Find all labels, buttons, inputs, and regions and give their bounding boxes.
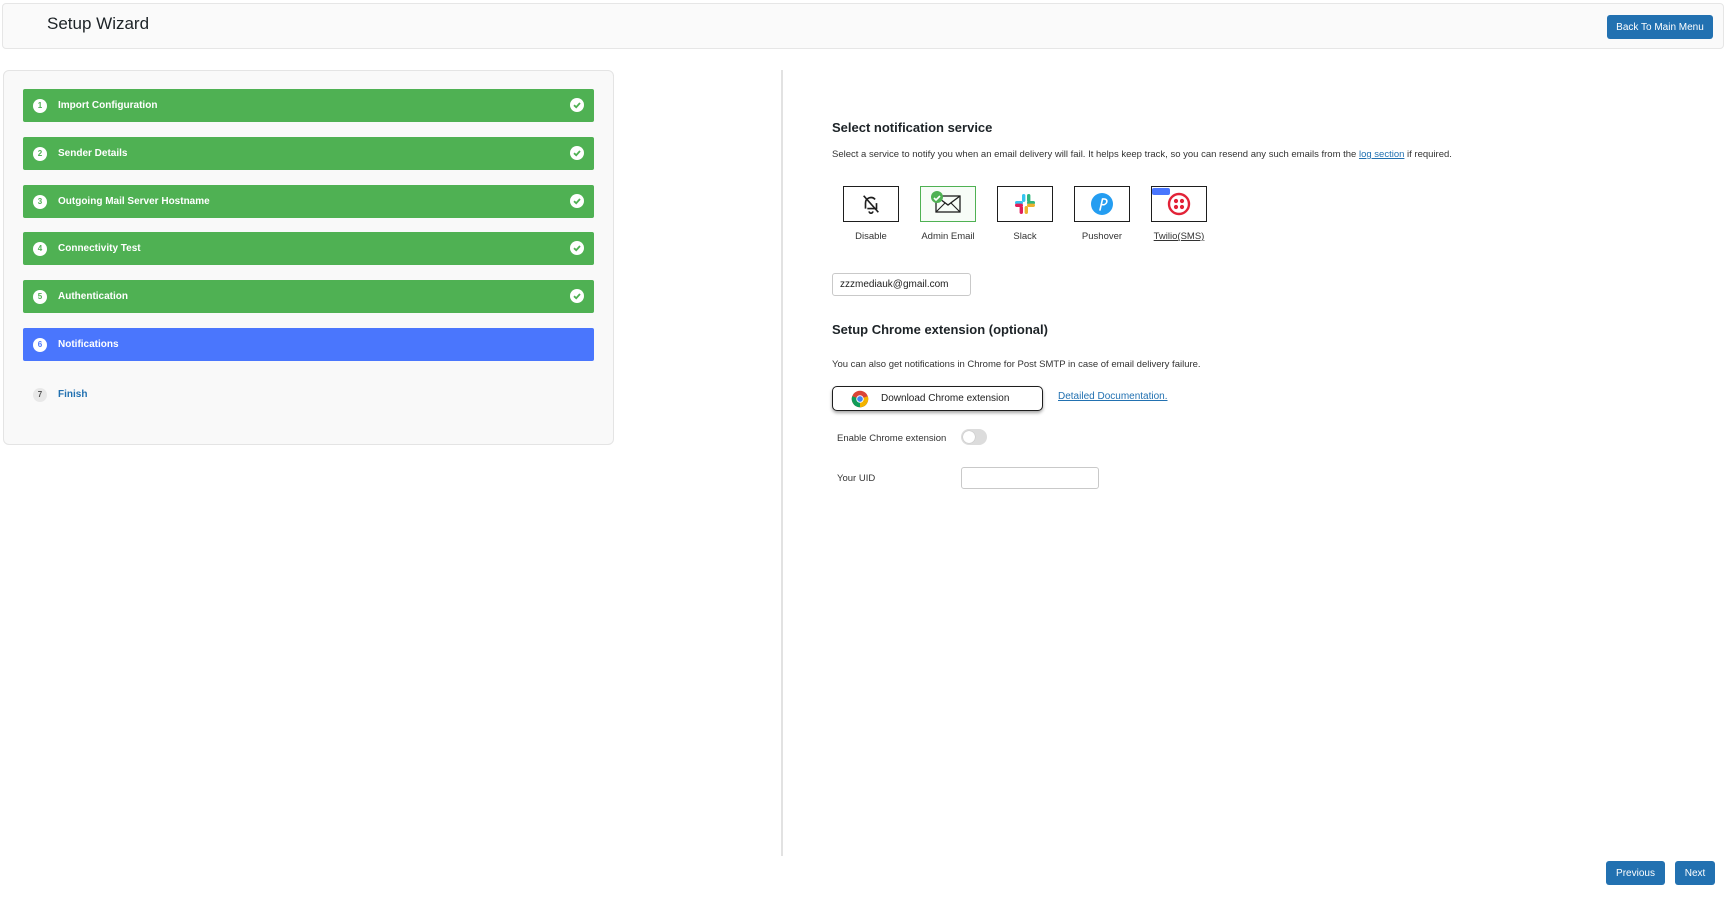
chrome-extension-description: You can also get notifications in Chrome… xyxy=(832,359,1201,370)
admin-email-input[interactable] xyxy=(832,273,971,296)
detailed-documentation-link[interactable]: Detailed Documentation. xyxy=(1058,391,1168,402)
step-number: 7 xyxy=(33,387,47,402)
step-label: Sender Details xyxy=(58,148,128,159)
step-number: 3 xyxy=(33,194,47,209)
previous-button[interactable]: Previous xyxy=(1606,861,1665,885)
log-section-link[interactable]: log section xyxy=(1359,149,1404,160)
step-label: Outgoing Mail Server Hostname xyxy=(58,196,210,207)
step-number: 4 xyxy=(33,241,47,256)
service-admin-email-box[interactable] xyxy=(920,186,976,222)
step-number: 1 xyxy=(33,98,47,113)
service-admin-email[interactable]: Admin Email xyxy=(920,186,976,242)
pushover-icon xyxy=(1091,193,1113,215)
step-authentication[interactable]: 5 Authentication xyxy=(23,280,594,313)
notification-description: Select a service to notify you when an e… xyxy=(832,149,1452,160)
step-number: 2 xyxy=(33,146,47,161)
step-label: Connectivity Test xyxy=(58,243,141,254)
check-icon xyxy=(570,146,584,160)
service-name: Admin Email xyxy=(921,231,975,242)
step-number: 6 xyxy=(33,337,47,352)
download-chrome-extension-button[interactable]: Download Chrome extension xyxy=(832,386,1043,411)
service-slack[interactable]: Slack xyxy=(997,186,1053,242)
slack-icon xyxy=(1015,194,1035,214)
service-name: Disable xyxy=(855,231,887,242)
service-disable[interactable]: Disable xyxy=(843,186,899,242)
page-title: Setup Wizard xyxy=(47,14,150,33)
service-pushover-box[interactable] xyxy=(1074,186,1130,222)
step-import-configuration[interactable]: 1 Import Configuration xyxy=(23,89,594,122)
enable-chrome-extension-toggle[interactable] xyxy=(961,429,987,445)
bell-off-icon xyxy=(863,195,879,214)
step-label: Finish xyxy=(58,389,88,400)
check-icon xyxy=(570,241,584,255)
notification-heading: Select notification service xyxy=(832,120,993,135)
step-sender-details[interactable]: 2 Sender Details xyxy=(23,137,594,170)
uid-input[interactable] xyxy=(961,467,1099,489)
chrome-icon xyxy=(851,390,869,407)
chrome-extension-heading: Setup Chrome extension (optional) xyxy=(832,322,1048,337)
service-twilio-box[interactable] xyxy=(1151,186,1207,222)
download-chrome-extension-label: Download Chrome extension xyxy=(881,393,1010,404)
top-bar: Setup Wizard Back To Main Menu xyxy=(2,3,1724,49)
uid-label: Your UID xyxy=(837,473,876,484)
step-outgoing-mail-server-hostname[interactable]: 3 Outgoing Mail Server Hostname xyxy=(23,185,594,218)
service-disable-box[interactable] xyxy=(843,186,899,222)
step-notifications[interactable]: 6 Notifications xyxy=(23,328,594,361)
step-label: Notifications xyxy=(58,339,119,350)
selected-check-icon xyxy=(931,191,943,203)
check-icon xyxy=(570,194,584,208)
step-number: 5 xyxy=(33,289,47,304)
toggle-knob xyxy=(963,431,975,443)
back-to-main-menu-button[interactable]: Back To Main Menu xyxy=(1607,15,1713,39)
twilio-icon xyxy=(1167,192,1191,216)
check-icon xyxy=(570,98,584,112)
twilio-sms-link[interactable]: Twilio(SMS) xyxy=(1141,231,1217,242)
check-icon xyxy=(570,289,584,303)
service-pushover[interactable]: Pushover xyxy=(1074,186,1130,242)
step-finish[interactable]: 7 Finish xyxy=(23,378,594,411)
enable-chrome-extension-label: Enable Chrome extension xyxy=(837,433,947,444)
service-twilio-sms[interactable]: Twilio(SMS) xyxy=(1151,186,1207,242)
step-connectivity-test[interactable]: 4 Connectivity Test xyxy=(23,232,594,265)
service-name: Slack xyxy=(1013,231,1037,242)
next-button[interactable]: Next xyxy=(1675,861,1715,885)
step-label: Import Configuration xyxy=(58,100,158,111)
service-slack-box[interactable] xyxy=(997,186,1053,222)
vertical-divider xyxy=(781,70,783,856)
wizard-steps-panel: 1 Import Configuration 2 Sender Details … xyxy=(3,70,614,445)
step-label: Authentication xyxy=(58,291,128,302)
pro-badge-icon xyxy=(1152,188,1170,195)
service-name: Pushover xyxy=(1081,231,1123,242)
